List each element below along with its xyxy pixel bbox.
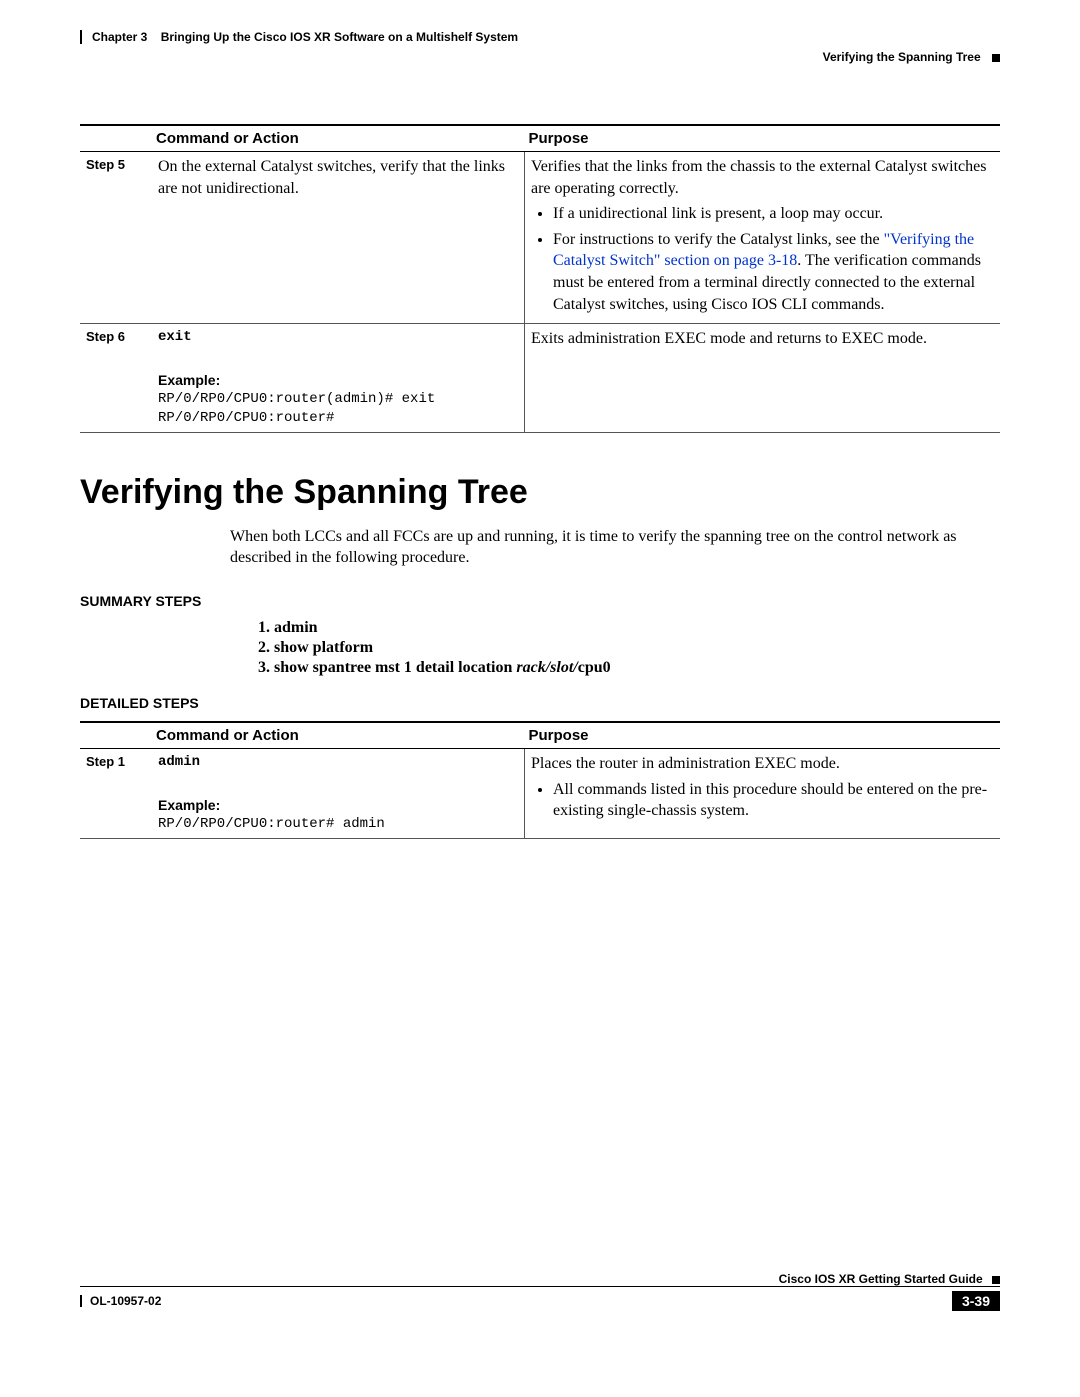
col-command: Command or Action <box>152 125 525 152</box>
purpose-bullet: All commands listed in this procedure sh… <box>553 779 994 822</box>
section-marker-icon <box>992 54 1000 62</box>
footer-bar-icon <box>80 1295 82 1307</box>
bullet-text: For instructions to verify the Catalyst … <box>553 231 884 248</box>
example-code: RP/0/RP0/CPU0:router(admin)# exit <box>158 390 518 409</box>
command-cell: admin Example: RP/0/RP0/CPU0:router# adm… <box>152 748 525 838</box>
col-purpose: Purpose <box>525 125 1001 152</box>
purpose-text: Verifies that the links from the chassis… <box>531 156 994 199</box>
purpose-text: Places the router in administration EXEC… <box>531 753 994 775</box>
chapter-title: Bringing Up the Cisco IOS XR Software on… <box>161 30 518 44</box>
purpose-cell: Exits administration EXEC mode and retur… <box>525 324 1001 433</box>
command-text: exit <box>158 328 518 347</box>
steps-table-2: Command or Action Purpose Step 1 admin E… <box>80 721 1000 839</box>
table-row: Step 1 admin Example: RP/0/RP0/CPU0:rout… <box>80 748 1000 838</box>
guide-title: Cisco IOS XR Getting Started Guide <box>779 1272 983 1286</box>
chapter-number: Chapter 3 <box>92 30 147 44</box>
summary-step: show platform <box>274 639 1000 657</box>
purpose-bullet: If a unidirectional link is present, a l… <box>553 203 994 225</box>
summary-steps-heading: SUMMARY STEPS <box>80 593 1000 609</box>
example-label: Example: <box>158 796 518 815</box>
col-purpose: Purpose <box>525 722 1001 749</box>
summary-step: show spantree mst 1 detail location rack… <box>274 659 1000 677</box>
example-label: Example: <box>158 371 518 390</box>
steps-table-1: Command or Action Purpose Step 5 On the … <box>80 124 1000 433</box>
step-italic: rack/slot/ <box>516 659 577 676</box>
step-number: Step 6 <box>80 324 152 433</box>
step-text: cpu0 <box>578 659 611 676</box>
col-command: Command or Action <box>152 722 525 749</box>
command-cell: On the external Catalyst switches, verif… <box>152 152 525 324</box>
command-text: On the external Catalyst switches, verif… <box>158 158 505 197</box>
step-text: show spantree mst 1 detail location <box>274 659 516 676</box>
page-footer: Cisco IOS XR Getting Started Guide OL-10… <box>80 1272 1000 1311</box>
step-number: Step 1 <box>80 748 152 838</box>
example-code: RP/0/RP0/CPU0:router# <box>158 409 518 428</box>
table-row: Step 5 On the external Catalyst switches… <box>80 152 1000 324</box>
section-intro: When both LCCs and all FCCs are up and r… <box>230 526 1000 569</box>
header-bar-icon <box>80 30 82 44</box>
section-heading: Verifying the Spanning Tree <box>80 473 1000 512</box>
purpose-cell: Places the router in administration EXEC… <box>525 748 1001 838</box>
step-number: Step 5 <box>80 152 152 324</box>
page-number: 3-39 <box>952 1291 1000 1311</box>
command-cell: exit Example: RP/0/RP0/CPU0:router(admin… <box>152 324 525 433</box>
detailed-steps-heading: DETAILED STEPS <box>80 695 1000 711</box>
section-label: Verifying the Spanning Tree <box>823 50 981 64</box>
example-code: RP/0/RP0/CPU0:router# admin <box>158 815 518 834</box>
command-text: admin <box>158 753 518 772</box>
footer-marker-icon <box>992 1276 1000 1284</box>
table-row: Step 6 exit Example: RP/0/RP0/CPU0:route… <box>80 324 1000 433</box>
summary-step: admin <box>274 619 1000 637</box>
purpose-cell: Verifies that the links from the chassis… <box>525 152 1001 324</box>
chapter-header: Chapter 3 Bringing Up the Cisco IOS XR S… <box>80 30 1000 44</box>
purpose-text: Exits administration EXEC mode and retur… <box>531 330 927 347</box>
purpose-bullet: For instructions to verify the Catalyst … <box>553 229 994 315</box>
summary-steps-list: admin show platform show spantree mst 1 … <box>250 619 1000 677</box>
doc-id: OL-10957-02 <box>90 1294 161 1308</box>
